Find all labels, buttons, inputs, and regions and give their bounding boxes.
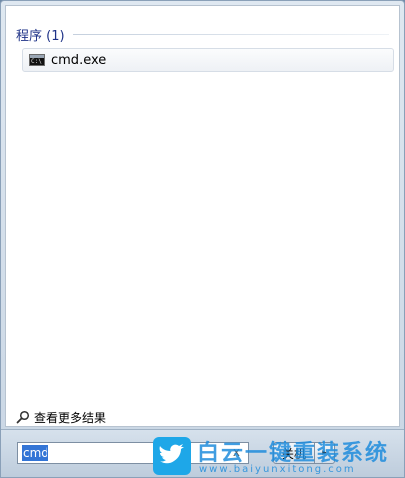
shutdown-button[interactable]: 关机 [273, 442, 316, 464]
search-box[interactable]: x [17, 442, 249, 464]
see-more-results-link[interactable]: 查看更多结果 [16, 408, 106, 426]
cmd-console-icon: C:\ [29, 54, 45, 66]
start-menu-bottom-bar: x 关机 ▸ [1, 429, 404, 477]
see-more-results-label: 查看更多结果 [34, 410, 107, 425]
search-results-pane: 程序 (1) C:\ cmd.exe 查看更多结果 [5, 5, 400, 427]
result-item-cmd[interactable]: C:\ cmd.exe [22, 48, 394, 72]
result-item-label: cmd.exe [51, 52, 107, 68]
group-title: 程序 (1) [16, 28, 65, 44]
results-group-header: 程序 (1) [16, 23, 389, 45]
search-input[interactable] [22, 445, 48, 461]
group-divider [72, 33, 389, 35]
shutdown-group: 关机 ▸ [273, 442, 336, 464]
search-icon [16, 410, 30, 424]
clear-search-icon[interactable]: x [233, 445, 240, 459]
start-menu: 程序 (1) C:\ cmd.exe 查看更多结果 x 关机 ▸ [0, 0, 405, 478]
shutdown-options-arrow-icon[interactable]: ▸ [315, 442, 336, 464]
